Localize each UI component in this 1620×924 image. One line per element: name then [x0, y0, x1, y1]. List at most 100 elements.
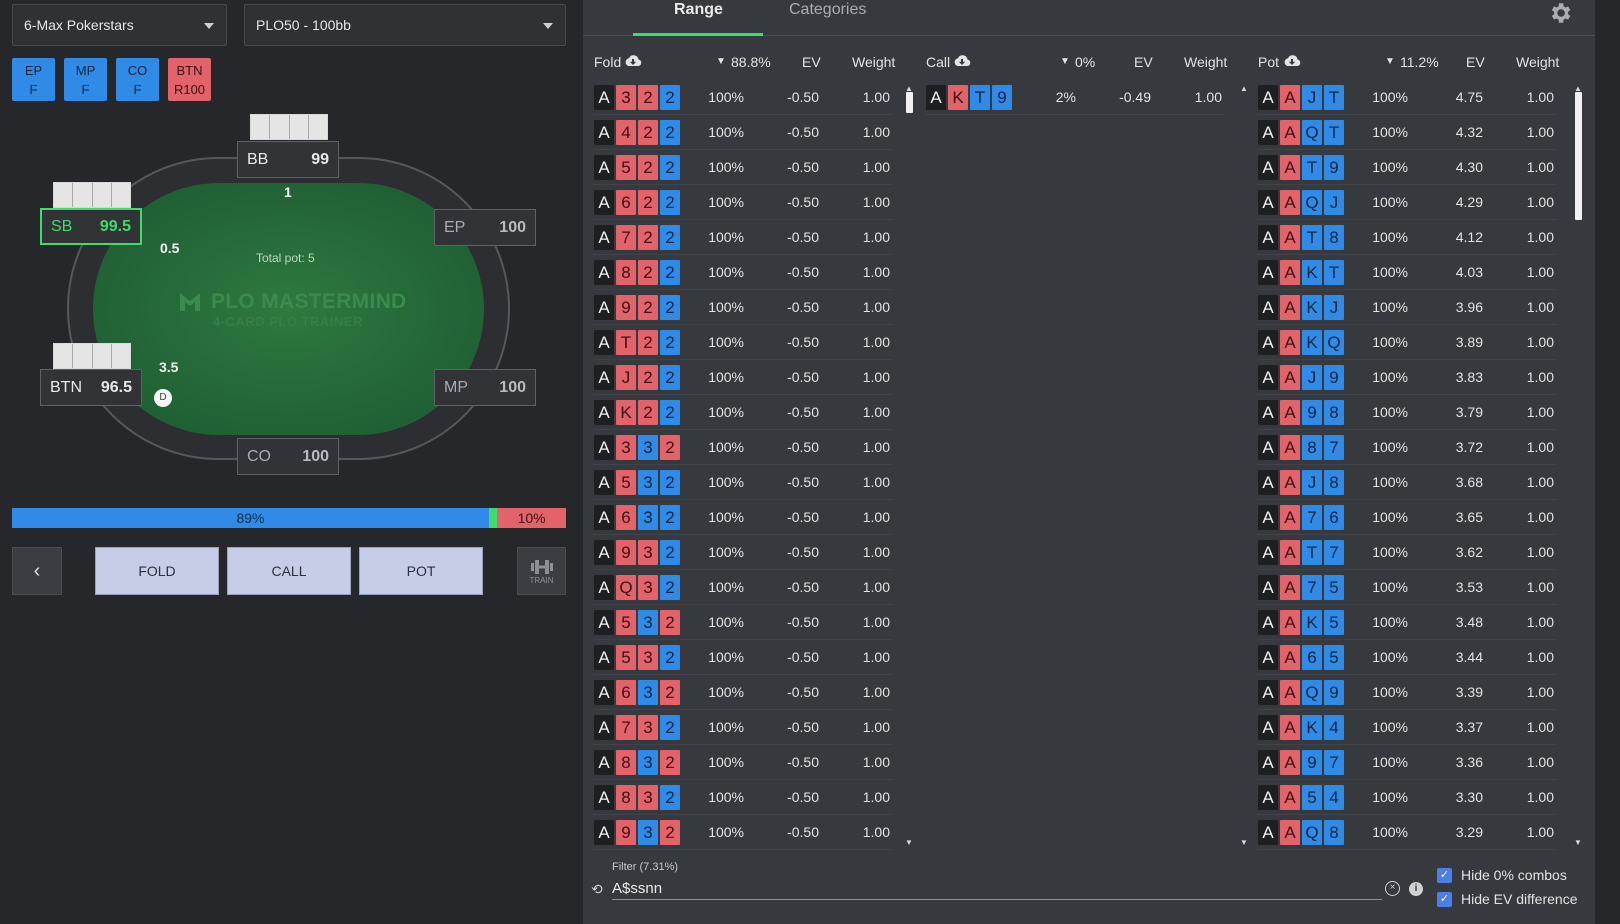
combo-row[interactable]: A 4 2 2 100% -0.50 1.00 [593, 115, 893, 150]
pot-scrollbar-thumb[interactable] [1575, 92, 1582, 220]
hide-ev-checkbox[interactable]: ✓ [1437, 892, 1452, 907]
ev-header[interactable]: EV [802, 54, 821, 70]
history-mp[interactable]: MP F [64, 58, 107, 101]
filter-input[interactable] [612, 878, 1382, 900]
combo-row[interactable]: A 3 3 2 100% -0.50 1.00 [593, 430, 893, 465]
combo-row[interactable]: A A K 4 100% 3.37 1.00 [1257, 710, 1557, 745]
game-select[interactable]: 6-Max Pokerstars [12, 4, 227, 46]
combo-row[interactable]: A A 6 5 100% 3.44 1.00 [1257, 640, 1557, 675]
combo-row[interactable]: A 5 2 2 100% -0.50 1.00 [593, 150, 893, 185]
combo-row[interactable]: A 8 3 2 100% -0.50 1.00 [593, 780, 893, 815]
combo-row[interactable]: A 8 2 2 100% -0.50 1.00 [593, 255, 893, 290]
cloud-download-icon[interactable] [624, 54, 642, 68]
combo-row[interactable]: A 7 2 2 100% -0.50 1.00 [593, 220, 893, 255]
combo-row[interactable]: A A 9 7 100% 3.36 1.00 [1257, 745, 1557, 780]
combo-row[interactable]: A A K Q 100% 3.89 1.00 [1257, 325, 1557, 360]
seat-ep[interactable]: EP 100 [434, 209, 536, 246]
card: A [594, 295, 614, 320]
sort-down-icon[interactable]: ▼ [716, 56, 726, 67]
call-button[interactable]: CALL [227, 547, 351, 595]
seat-stack: 100 [302, 447, 329, 465]
combo-row[interactable]: A 5 3 2 100% -0.50 1.00 [593, 640, 893, 675]
card: A [594, 225, 614, 250]
combo-row[interactable]: A A K J 100% 3.96 1.00 [1257, 290, 1557, 325]
combo-frequency: 100% [1372, 754, 1408, 770]
card: 3 [638, 470, 658, 495]
hide-zero-checkbox[interactable]: ✓ [1437, 868, 1452, 883]
sort-down-icon[interactable]: ▼ [1385, 56, 1395, 67]
combo-row[interactable]: A 5 3 2 100% -0.50 1.00 [593, 605, 893, 640]
combo-row[interactable]: A A J T 100% 4.75 1.00 [1257, 80, 1557, 115]
combo-row[interactable]: A 9 3 2 100% -0.50 1.00 [593, 535, 893, 570]
combo-row[interactable]: A A T 9 100% 4.30 1.00 [1257, 150, 1557, 185]
combo-row[interactable]: A T 2 2 100% -0.50 1.00 [593, 325, 893, 360]
card: Q [616, 575, 636, 600]
combo-row[interactable]: A A 8 7 100% 3.72 1.00 [1257, 430, 1557, 465]
back-button[interactable]: ‹ [12, 547, 62, 595]
combo-row[interactable]: A 7 3 2 100% -0.50 1.00 [593, 710, 893, 745]
seat-mp[interactable]: MP 100 [434, 369, 536, 406]
combo-row[interactable]: A 6 3 2 100% -0.50 1.00 [593, 500, 893, 535]
fold-scrollbar-thumb[interactable] [906, 92, 913, 113]
info-icon[interactable]: i [1409, 882, 1423, 896]
cloud-download-icon[interactable] [1283, 54, 1301, 68]
gear-icon[interactable] [1547, 0, 1573, 26]
combo-row[interactable]: A 9 2 2 100% -0.50 1.00 [593, 290, 893, 325]
combo-row[interactable]: A A T 8 100% 4.12 1.00 [1257, 220, 1557, 255]
history-ep[interactable]: EP F [12, 58, 55, 101]
combo-row[interactable]: A A J 9 100% 3.83 1.00 [1257, 360, 1557, 395]
tab-range[interactable]: Range [674, 1, 723, 19]
combo-row[interactable]: A A K 5 100% 3.48 1.00 [1257, 605, 1557, 640]
combo-weight: 1.00 [1526, 369, 1554, 385]
ev-header[interactable]: EV [1466, 54, 1485, 70]
combo-row[interactable]: A A 5 4 100% 3.30 1.00 [1257, 780, 1557, 815]
combo-row[interactable]: A 5 3 2 100% -0.50 1.00 [593, 465, 893, 500]
weight-header[interactable]: Weight [1184, 54, 1227, 70]
combo-row[interactable]: A A 9 8 100% 3.79 1.00 [1257, 395, 1557, 430]
combo-row[interactable]: A A 7 6 100% 3.65 1.00 [1257, 500, 1557, 535]
seat-bb[interactable]: BB 99 [237, 141, 339, 178]
combo-row[interactable]: A A Q T 100% 4.32 1.00 [1257, 115, 1557, 150]
combo-row[interactable]: A A Q 8 100% 3.29 1.00 [1257, 815, 1557, 850]
ev-header[interactable]: EV [1134, 54, 1153, 70]
combo-row[interactable]: A 6 2 2 100% -0.50 1.00 [593, 185, 893, 220]
history-co[interactable]: CO F [116, 58, 159, 101]
history-icon[interactable]: ⟲ [591, 881, 603, 898]
combo-row[interactable]: A J 2 2 100% -0.50 1.00 [593, 360, 893, 395]
card: 5 [616, 610, 636, 635]
cloud-download-icon[interactable] [953, 54, 971, 68]
seat-co[interactable]: CO 100 [237, 438, 339, 475]
weight-header[interactable]: Weight [852, 54, 895, 70]
combo-row[interactable]: A A 7 5 100% 3.53 1.00 [1257, 570, 1557, 605]
clear-icon[interactable]: × [1385, 881, 1400, 896]
stakes-select[interactable]: PLO50 - 100bb [244, 4, 566, 46]
fold-button[interactable]: FOLD [95, 547, 219, 595]
sort-down-icon[interactable]: ▼ [1060, 56, 1070, 67]
combo-frequency: 100% [708, 719, 744, 735]
scroll-down-icon[interactable]: ▼ [1574, 838, 1582, 847]
combo-row[interactable]: A Q 3 2 100% -0.50 1.00 [593, 570, 893, 605]
tab-categories[interactable]: Categories [789, 1, 866, 19]
seat-btn[interactable]: BTN 96.5 [40, 369, 142, 406]
combo-row[interactable]: A 3 2 2 100% -0.50 1.00 [593, 80, 893, 115]
combo-row[interactable]: A K 2 2 100% -0.50 1.00 [593, 395, 893, 430]
combo-row[interactable]: A A J 8 100% 3.68 1.00 [1257, 465, 1557, 500]
pot-button[interactable]: POT [359, 547, 483, 595]
combo-row[interactable]: A A Q J 100% 4.29 1.00 [1257, 185, 1557, 220]
combo-row[interactable]: A 9 3 2 100% -0.50 1.00 [593, 815, 893, 850]
scroll-down-icon[interactable]: ▼ [905, 838, 913, 847]
weight-header[interactable]: Weight [1516, 54, 1559, 70]
combo-row[interactable]: A A K T 100% 4.03 1.00 [1257, 255, 1557, 290]
scroll-down-icon[interactable]: ▼ [1240, 838, 1248, 847]
combo-row[interactable]: A A T 7 100% 3.62 1.00 [1257, 535, 1557, 570]
history-btn[interactable]: BTN R100 [168, 58, 211, 101]
seat-sb[interactable]: SB 99.5 [40, 208, 142, 245]
combo-row[interactable]: A A Q 9 100% 3.39 1.00 [1257, 675, 1557, 710]
train-button[interactable]: TRAIN [517, 547, 566, 595]
card: 2 [638, 190, 658, 215]
scroll-up-icon[interactable]: ▲ [1240, 84, 1248, 93]
card: A [1258, 820, 1278, 845]
combo-row[interactable]: A 8 3 2 100% -0.50 1.00 [593, 745, 893, 780]
combo-row[interactable]: A K T 9 2% -0.49 1.00 [925, 80, 1225, 115]
combo-row[interactable]: A 6 3 2 100% -0.50 1.00 [593, 675, 893, 710]
